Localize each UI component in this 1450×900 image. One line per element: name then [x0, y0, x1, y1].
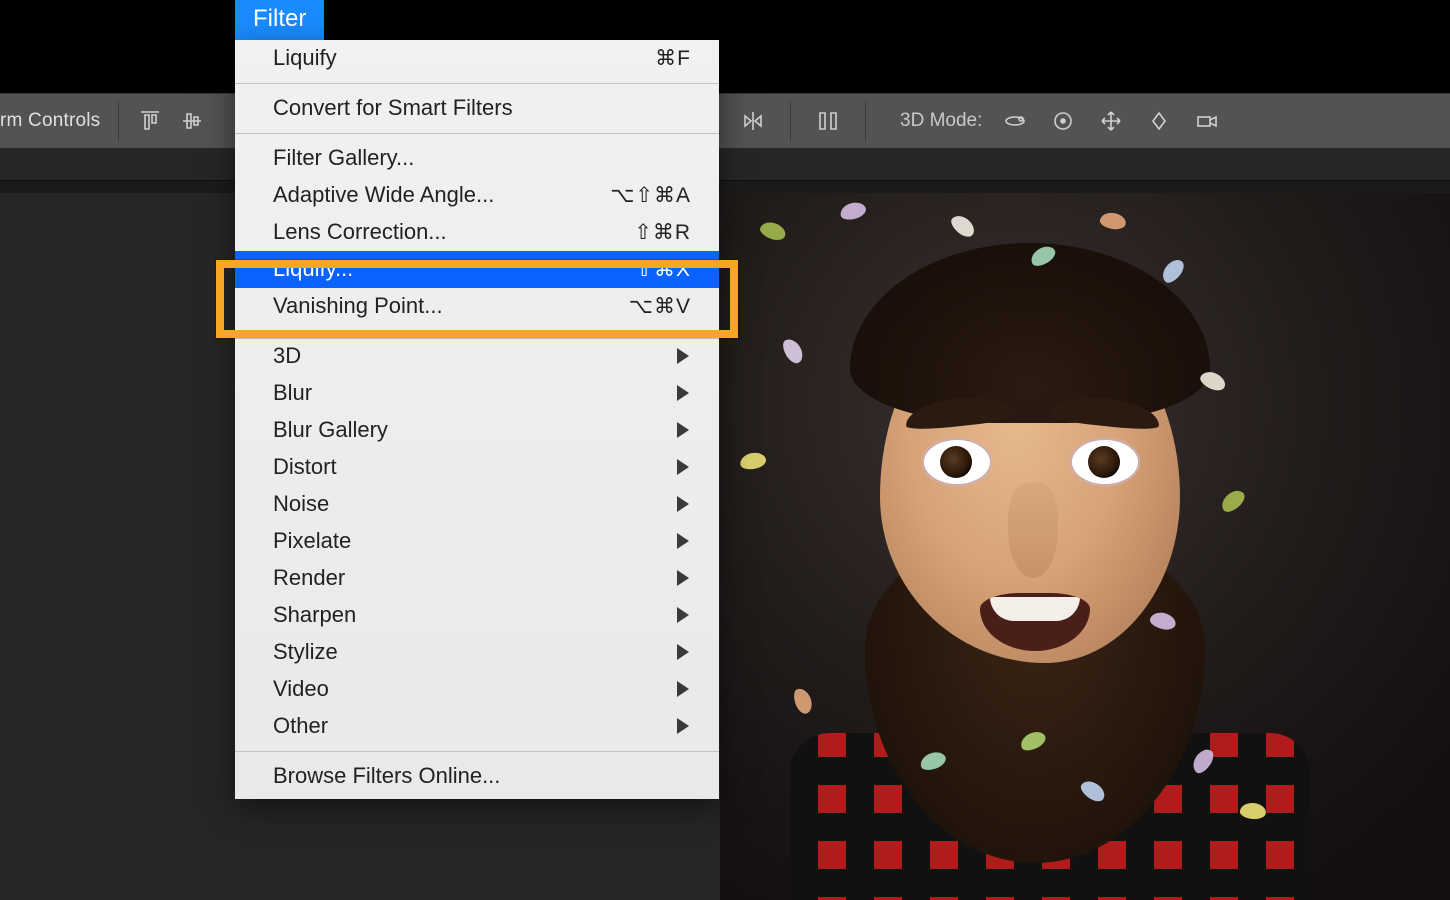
submenu-arrow-icon	[677, 607, 689, 623]
rotate-3d-icon[interactable]	[1050, 108, 1076, 134]
menu-item-label: Distort	[273, 454, 337, 480]
menu-item-video[interactable]: Video	[235, 671, 719, 708]
menu-item-shortcut: ⇧⌘X	[635, 257, 691, 282]
menu-item-label: Filter Gallery...	[273, 145, 414, 171]
menu-item-label: Sharpen	[273, 602, 356, 628]
menubar: Filter	[0, 0, 1450, 40]
menu-item-label: Pixelate	[273, 528, 351, 554]
menu-item-lens-correction[interactable]: Lens Correction... ⇧⌘R	[235, 214, 719, 251]
submenu-arrow-icon	[677, 496, 689, 512]
menu-item-stylize[interactable]: Stylize	[235, 634, 719, 671]
orbit-3d-icon[interactable]	[1002, 108, 1028, 134]
menu-separator	[235, 133, 719, 134]
portrait-face	[770, 233, 1290, 893]
submenu-arrow-icon	[677, 385, 689, 401]
submenu-arrow-icon	[677, 644, 689, 660]
distribute-icon[interactable]	[815, 108, 841, 134]
menu-item-liquify[interactable]: Liquify... ⇧⌘X	[235, 251, 719, 288]
menu-item-shortcut: ⌘F	[655, 46, 691, 71]
menu-item-adaptive-wide-angle[interactable]: Adaptive Wide Angle... ⌥⇧⌘A	[235, 177, 719, 214]
toolbar-separator	[865, 101, 866, 141]
menu-item-label: Video	[273, 676, 329, 702]
menu-item-3d[interactable]: 3D	[235, 338, 719, 375]
menu-separator	[235, 751, 719, 752]
submenu-arrow-icon	[677, 681, 689, 697]
transform-controls-label: rm Controls	[0, 110, 100, 132]
camera-3d-icon[interactable]	[1194, 108, 1220, 134]
menu-item-filter-gallery[interactable]: Filter Gallery...	[235, 140, 719, 177]
filter-menu-dropdown: Liquify ⌘F Convert for Smart Filters Fil…	[235, 40, 719, 799]
menu-item-label: Stylize	[273, 639, 338, 665]
menu-item-label: Convert for Smart Filters	[273, 95, 513, 121]
submenu-arrow-icon	[677, 459, 689, 475]
options-toolbar: rm Controls 3D Mode:	[0, 93, 1450, 149]
menu-item-pixelate[interactable]: Pixelate	[235, 523, 719, 560]
menu-item-sharpen[interactable]: Sharpen	[235, 597, 719, 634]
submenu-arrow-icon	[677, 533, 689, 549]
menu-item-label: Lens Correction...	[273, 219, 447, 245]
menu-separator	[235, 331, 719, 332]
submenu-arrow-icon	[677, 348, 689, 364]
submenu-arrow-icon	[677, 718, 689, 734]
menu-item-label: Other	[273, 713, 328, 739]
menu-item-shortcut: ⌥⇧⌘A	[610, 183, 691, 208]
menu-item-label: 3D	[273, 343, 301, 369]
submenu-arrow-icon	[677, 570, 689, 586]
document-canvas[interactable]	[720, 193, 1450, 900]
menu-item-shortcut: ⌥⌘V	[629, 294, 691, 319]
slide-3d-icon[interactable]	[1146, 108, 1172, 134]
menu-item-last-filter[interactable]: Liquify ⌘F	[235, 40, 719, 77]
menu-item-label: Blur Gallery	[273, 417, 388, 443]
menu-item-label: Liquify	[273, 45, 337, 71]
document-tab-bar	[0, 180, 1450, 193]
align-vcenter-icon[interactable]	[179, 108, 205, 134]
menu-item-label: Blur	[273, 380, 312, 406]
menu-item-label: Adaptive Wide Angle...	[273, 182, 494, 208]
menu-item-distort[interactable]: Distort	[235, 449, 719, 486]
toolbar-separator	[118, 101, 119, 141]
menu-item-render[interactable]: Render	[235, 560, 719, 597]
menu-item-label: Vanishing Point...	[273, 293, 443, 319]
toolbar-separator	[790, 101, 791, 141]
menu-item-browse-filters-online[interactable]: Browse Filters Online...	[235, 758, 719, 795]
menu-filter[interactable]: Filter	[235, 0, 324, 41]
menu-item-label: Render	[273, 565, 345, 591]
submenu-arrow-icon	[677, 422, 689, 438]
3d-mode-label: 3D Mode:	[900, 110, 982, 132]
menu-item-label: Noise	[273, 491, 329, 517]
pan-3d-icon[interactable]	[1098, 108, 1124, 134]
align-top-icon[interactable]	[137, 108, 163, 134]
menu-item-blur-gallery[interactable]: Blur Gallery	[235, 412, 719, 449]
menu-item-vanishing-point[interactable]: Vanishing Point... ⌥⌘V	[235, 288, 719, 325]
menu-item-shortcut: ⇧⌘R	[634, 220, 691, 245]
menu-item-blur[interactable]: Blur	[235, 375, 719, 412]
menu-item-label: Browse Filters Online...	[273, 763, 500, 789]
menu-separator	[235, 83, 719, 84]
flip-horizontal-icon[interactable]	[740, 108, 766, 134]
menu-item-convert-smart-filters[interactable]: Convert for Smart Filters	[235, 90, 719, 127]
menu-item-noise[interactable]: Noise	[235, 486, 719, 523]
menu-item-other[interactable]: Other	[235, 708, 719, 745]
menu-item-label: Liquify...	[273, 256, 353, 282]
